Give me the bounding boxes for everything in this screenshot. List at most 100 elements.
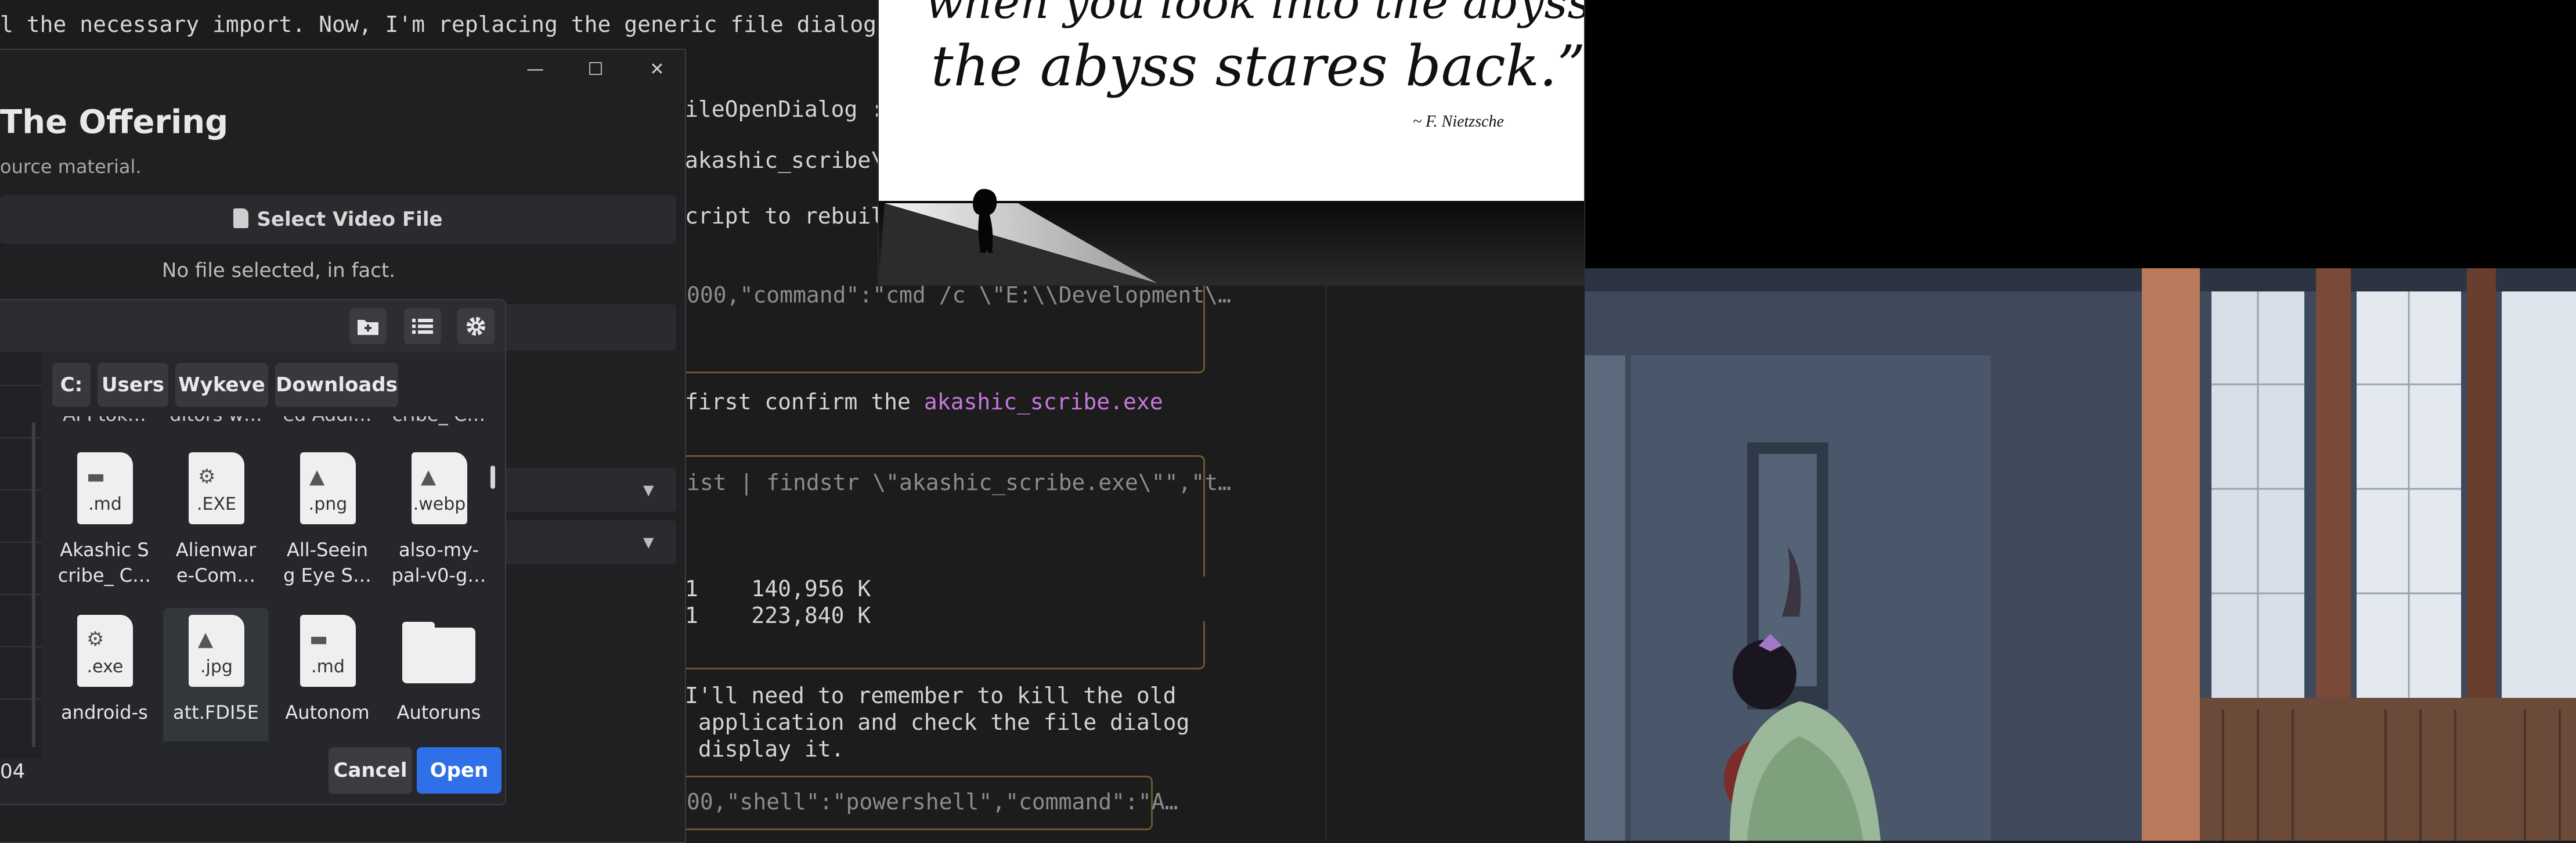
file-item[interactable]: ▬ .md Akashic S cribe_ C… xyxy=(52,445,157,603)
chevron-down-icon: ▼ xyxy=(643,482,654,498)
file-name: Autonom xyxy=(275,700,380,725)
file-extension: .md xyxy=(88,494,122,514)
file-name-line: cribe_ C… xyxy=(57,564,151,586)
file-item[interactable]: ▲ .png All-Seein g Eye S… xyxy=(275,445,380,603)
terminal-line: akashic_scribe\gu xyxy=(685,147,911,173)
filename-field[interactable]: 04 xyxy=(0,760,25,783)
command-text: 00,"shell":"powershell","command":"A… xyxy=(687,789,1178,815)
executable-icon: ⚙ .EXE xyxy=(189,452,244,524)
sidebar-scrollbar[interactable] xyxy=(32,422,35,747)
file-icon xyxy=(233,208,249,228)
doc-lines-icon: ▬ xyxy=(309,628,329,651)
file-extension: .jpg xyxy=(200,657,233,677)
doc-lines-icon: ▬ xyxy=(86,465,106,488)
file-name-line: also-my- xyxy=(399,539,479,561)
file-name-partial: API tok… xyxy=(52,416,157,426)
file-name-line: All-Seein xyxy=(286,539,369,561)
command-text: 000,"command":"cmd /c \"E:\\Development\… xyxy=(687,282,1231,308)
breadcrumb-item[interactable]: Users xyxy=(98,363,168,407)
window-subtitle: ource material. xyxy=(0,156,142,178)
file-name-line: Autoruns xyxy=(396,701,481,723)
file-item[interactable]: ⚙ .exe android-s xyxy=(52,608,157,741)
sidebar-divider xyxy=(0,698,42,700)
file-name: Akashic S cribe_ C… xyxy=(52,537,157,588)
terminal-line: cript to rebuild xyxy=(685,203,898,229)
file-picker-dialog: C: Users Wykeve Downloads API tok… ditor… xyxy=(0,299,506,805)
sidebar-divider xyxy=(0,594,42,595)
list-view-button[interactable] xyxy=(404,308,441,344)
file-name-line: att.FDI5E xyxy=(173,701,259,723)
room-illustration xyxy=(1585,268,2576,841)
maximize-button[interactable]: ☐ xyxy=(578,59,613,80)
file-name-line: e-Com… xyxy=(176,564,256,586)
breadcrumb-item[interactable]: Wykeve xyxy=(175,363,268,407)
image-icon: ▲ xyxy=(309,465,325,488)
folder-item[interactable]: Autoruns xyxy=(386,608,492,741)
note-line: display it. xyxy=(685,736,845,762)
breadcrumb-item[interactable]: Downloads xyxy=(275,363,398,407)
file-item[interactable]: ▬ .md Autonom xyxy=(275,608,380,741)
image-icon: ▲ xyxy=(198,628,214,651)
sidebar-divider xyxy=(0,542,42,543)
new-folder-icon xyxy=(358,320,378,335)
window-title: The Offering xyxy=(0,103,229,141)
note-line: I'll need to remember to kill the old xyxy=(685,683,1177,708)
image-file-icon: ▲ .png xyxy=(300,452,356,524)
file-name-line: android-s xyxy=(61,701,148,723)
file-name-line: Autonom xyxy=(285,701,370,723)
list-view-icon xyxy=(412,319,433,334)
image-icon: ▲ xyxy=(421,465,436,488)
confirm-highlight: akashic_scribe.exe xyxy=(923,389,1163,415)
cancel-button[interactable]: Cancel xyxy=(329,747,412,794)
desktop-background xyxy=(1585,0,2576,268)
no-file-status: No file selected, in fact. xyxy=(161,259,396,282)
document-icon: ▬ .md xyxy=(300,615,356,687)
select-video-button[interactable]: Select Video File xyxy=(0,195,676,244)
file-extension: .EXE xyxy=(197,494,236,514)
file-item[interactable]: ⚙ .EXE Alienwar e-Com… xyxy=(163,445,269,603)
file-grid-scrollbar[interactable] xyxy=(490,466,495,489)
file-extension: .exe xyxy=(86,657,124,677)
file-name: All-Seein g Eye S… xyxy=(275,537,380,588)
anime-scene-image xyxy=(1585,268,2576,841)
new-folder-button[interactable] xyxy=(349,308,387,344)
image-file-icon: ▲ .jpg xyxy=(189,615,244,687)
folder-icon xyxy=(402,628,475,683)
file-name-line: pal-v0-g… xyxy=(391,564,486,586)
open-button[interactable]: Open xyxy=(417,747,502,794)
file-name-partial: ed Addi… xyxy=(275,416,380,426)
image-file-icon: ▲ .webp xyxy=(412,452,467,524)
file-name: Alienwar e-Com… xyxy=(163,537,269,588)
file-name-partial: cribe_ C… xyxy=(386,416,492,426)
command-box: 00,"shell":"powershell","command":"A… xyxy=(679,776,1178,830)
file-name-partial: ditors w… xyxy=(163,416,269,426)
file-name-line: Alienwar xyxy=(175,539,257,561)
file-extension: .webp xyxy=(413,494,466,514)
file-extension: .md xyxy=(311,657,345,677)
picker-toolbar xyxy=(0,300,505,352)
gear-icon: ⚙ xyxy=(198,465,216,488)
file-name: android-s xyxy=(52,700,157,725)
file-name-line: Akashic S xyxy=(60,539,149,561)
abyss-silhouette xyxy=(879,189,1584,284)
file-name-line: g Eye S… xyxy=(283,564,371,586)
breadcrumb-item[interactable]: C: xyxy=(52,363,91,407)
sidebar-divider xyxy=(0,646,42,647)
file-grid: API tok… ditors w… ed Addi… cribe_ C… ▬.… xyxy=(42,416,505,741)
close-button[interactable]: ✕ xyxy=(640,59,674,80)
settings-button[interactable] xyxy=(457,308,495,344)
folder-name: Autoruns xyxy=(386,700,492,725)
minimize-button[interactable]: — xyxy=(518,59,553,80)
terminal-line: ileOpenDialog := xyxy=(685,96,898,122)
file-item-selected[interactable]: ▲ .jpg att.FDI5E xyxy=(163,608,269,741)
memory-line: 1 140,956 K xyxy=(685,576,871,601)
terminal-line: first confirm the akashic_scribe.exe xyxy=(685,389,1163,415)
file-extension: .png xyxy=(308,494,348,514)
note-line: application and check the file dialog xyxy=(685,709,1190,735)
command-box: ist | findstr \"akashic_scribe.exe\"","t… xyxy=(679,455,1231,577)
command-text: ist | findstr \"akashic_scribe.exe\"","t… xyxy=(687,470,1231,495)
confirm-prefix: first confirm the xyxy=(685,389,924,415)
sidebar-divider xyxy=(0,385,42,386)
file-item[interactable]: ▲ .webp also-my-pal-v0-g… xyxy=(386,445,492,603)
executable-icon: ⚙ .exe xyxy=(77,615,133,687)
